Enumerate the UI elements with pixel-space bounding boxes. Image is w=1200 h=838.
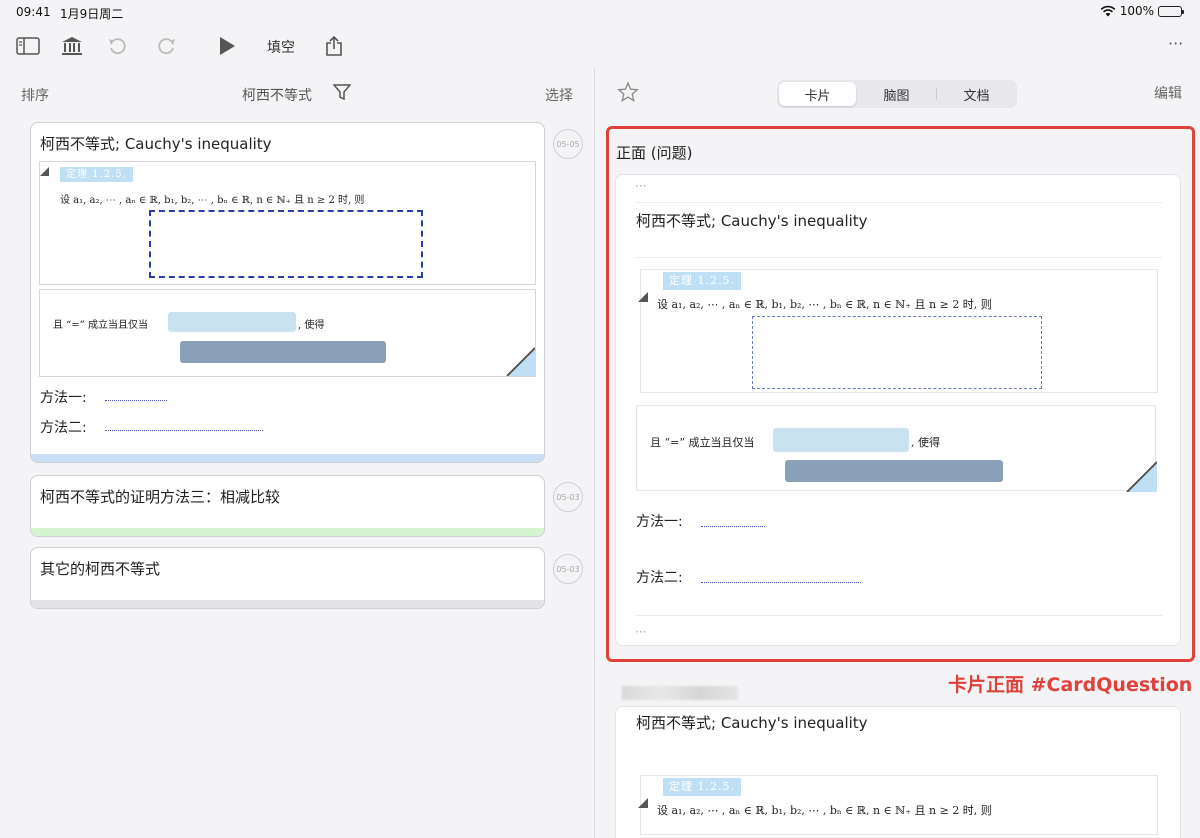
tab-card[interactable]: 卡片 bbox=[779, 82, 856, 106]
theorem-block: 定理 1.2.5. 设 a₁, a₂, ⋯ , aₙ ∈ ℝ, b₁, b₂, … bbox=[638, 269, 1158, 393]
share-icon[interactable] bbox=[321, 34, 347, 58]
fill-blank-label[interactable]: 填空 bbox=[267, 37, 295, 57]
battery-icon bbox=[1158, 5, 1184, 17]
review-date-badge[interactable]: 05-05 bbox=[553, 129, 583, 159]
tab-document[interactable]: 文档 bbox=[938, 82, 1015, 106]
card-detail-panel: 卡片 脑图 文档 编辑 正面 (问题) ··· 柯西不等式; Cauchy's … bbox=[596, 68, 1200, 838]
collapsed-children-ellipsis[interactable]: ··· bbox=[635, 625, 646, 639]
redo-icon[interactable] bbox=[154, 34, 180, 58]
star-icon[interactable] bbox=[617, 81, 639, 107]
formula-placeholder bbox=[752, 316, 1042, 389]
cloze-blank[interactable] bbox=[168, 312, 296, 332]
view-switcher: 卡片 脑图 文档 bbox=[777, 80, 1017, 108]
tag-corner-icon bbox=[40, 167, 49, 176]
theorem-statement: 设 a₁, a₂, ⋯ , aₙ ∈ ℝ, b₁, b₂, ⋯ , bₙ ∈ ℝ… bbox=[657, 298, 992, 311]
collapsed-parent-ellipsis[interactable]: ··· bbox=[635, 179, 646, 193]
edit-button[interactable]: 编辑 bbox=[1154, 83, 1182, 103]
theorem-condition-block: 且 “=” 成立当且仅当 , 使得 bbox=[39, 289, 536, 377]
tag-corner-icon bbox=[638, 798, 648, 808]
method-two-blank[interactable] bbox=[701, 582, 861, 583]
review-date-badge[interactable]: 05-03 bbox=[553, 554, 583, 584]
card-color-bar bbox=[31, 454, 544, 462]
tab-separator bbox=[936, 88, 937, 100]
theorem-condition-block: 且 “=” 成立当且仅当 , 使得 bbox=[636, 405, 1157, 492]
sort-button[interactable]: 排序 bbox=[21, 85, 49, 105]
card-list-header: 排序 柯西不等式 选择 bbox=[0, 68, 595, 118]
card-color-bar bbox=[31, 600, 544, 608]
card-question-annotation: 卡片正面 #CardQuestion bbox=[948, 674, 1193, 696]
list-title: 柯西不等式 bbox=[242, 88, 312, 104]
theorem-block: 定理 1.2.5. 设 a₁, a₂, ⋯ , aₙ ∈ ℝ, b₁, b₂, … bbox=[638, 775, 1158, 835]
condition-suffix: , 使得 bbox=[911, 436, 940, 449]
battery-percent: 100% bbox=[1119, 4, 1154, 18]
filter-icon[interactable] bbox=[332, 83, 352, 105]
card-title: 柯西不等式; Cauchy's inequality bbox=[636, 212, 868, 230]
status-time: 09:41 bbox=[16, 5, 51, 19]
play-icon[interactable] bbox=[214, 34, 240, 58]
status-bar: 09:41 1月9日周二 100% bbox=[0, 0, 1200, 26]
theorem-tag: 定理 1.2.5. bbox=[663, 272, 741, 290]
card-title: 柯西不等式的证明方法三：相减比较 bbox=[40, 488, 281, 506]
formula-placeholder bbox=[149, 210, 423, 278]
condition-suffix: , 使得 bbox=[298, 320, 325, 331]
card-title: 柯西不等式; Cauchy's inequality bbox=[40, 135, 272, 153]
method-one-label: 方法一: bbox=[40, 390, 87, 406]
method-one-blank[interactable] bbox=[701, 526, 765, 527]
card-title: 柯西不等式; Cauchy's inequality bbox=[636, 714, 868, 732]
toolbar: 填空 ··· bbox=[0, 26, 1200, 68]
theorem-tag: 定理 1.2.5. bbox=[60, 167, 133, 182]
library-icon[interactable] bbox=[59, 34, 85, 58]
page-fold-icon bbox=[1126, 461, 1157, 492]
method-two-label: 方法二: bbox=[636, 570, 683, 586]
more-icon[interactable]: ··· bbox=[1168, 34, 1183, 53]
theorem-statement: 设 a₁, a₂, ⋯ , aₙ ∈ ℝ, b₁, b₂, ⋯ , bₙ ∈ ℝ… bbox=[60, 195, 365, 206]
status-right: 100% bbox=[1100, 4, 1184, 18]
tab-mindmap[interactable]: 脑图 bbox=[858, 82, 935, 106]
method-two-blank[interactable] bbox=[105, 430, 263, 431]
theorem-statement: 设 a₁, a₂, ⋯ , aₙ ∈ ℝ, b₁, b₂, ⋯ , bₙ ∈ ℝ… bbox=[657, 804, 992, 817]
review-date-badge[interactable]: 05-03 bbox=[553, 482, 583, 512]
wifi-icon bbox=[1100, 5, 1116, 17]
page-fold-icon bbox=[506, 347, 535, 376]
sidebar-toggle-icon[interactable] bbox=[15, 34, 41, 58]
tag-corner-icon bbox=[638, 292, 648, 302]
divider bbox=[635, 202, 1162, 203]
cloze-blank-hidden[interactable] bbox=[785, 460, 1003, 482]
card-color-bar bbox=[31, 528, 544, 536]
blurred-label bbox=[622, 686, 738, 700]
theorem-block: 定理 1.2.5. 设 a₁, a₂, ⋯ , aₙ ∈ ℝ, b₁, b₂, … bbox=[39, 161, 536, 285]
card-list-panel: 排序 柯西不等式 选择 柯西不等式; Cauchy's inequality 定… bbox=[0, 68, 595, 838]
card-face-label: 正面 (问题) bbox=[616, 144, 693, 162]
undo-icon[interactable] bbox=[104, 34, 130, 58]
list-card[interactable]: 柯西不等式的证明方法三：相减比较 bbox=[30, 475, 545, 537]
card-front-content: ··· 柯西不等式; Cauchy's inequality 定理 1.2.5.… bbox=[615, 174, 1181, 646]
method-one-label: 方法一: bbox=[636, 514, 683, 530]
condition-prefix: 且 “=” 成立当且仅当 bbox=[650, 436, 755, 449]
divider bbox=[635, 615, 1162, 616]
list-card[interactable]: 柯西不等式; Cauchy's inequality 定理 1.2.5. 设 a… bbox=[30, 122, 545, 463]
method-one-blank[interactable] bbox=[105, 400, 167, 401]
card-back-preview: 柯西不等式; Cauchy's inequality 定理 1.2.5. 设 a… bbox=[615, 706, 1181, 838]
method-two-label: 方法二: bbox=[40, 420, 87, 436]
condition-prefix: 且 “=” 成立当且仅当 bbox=[53, 320, 148, 331]
cloze-blank[interactable] bbox=[773, 428, 909, 452]
cloze-blank-hidden[interactable] bbox=[180, 341, 386, 363]
divider bbox=[635, 257, 1162, 258]
card-title: 其它的柯西不等式 bbox=[40, 560, 161, 578]
theorem-tag: 定理 1.2.5. bbox=[663, 778, 741, 796]
list-card[interactable]: 其它的柯西不等式 bbox=[30, 547, 545, 609]
select-button[interactable]: 选择 bbox=[545, 85, 573, 105]
status-date: 1月9日周二 bbox=[60, 7, 124, 21]
